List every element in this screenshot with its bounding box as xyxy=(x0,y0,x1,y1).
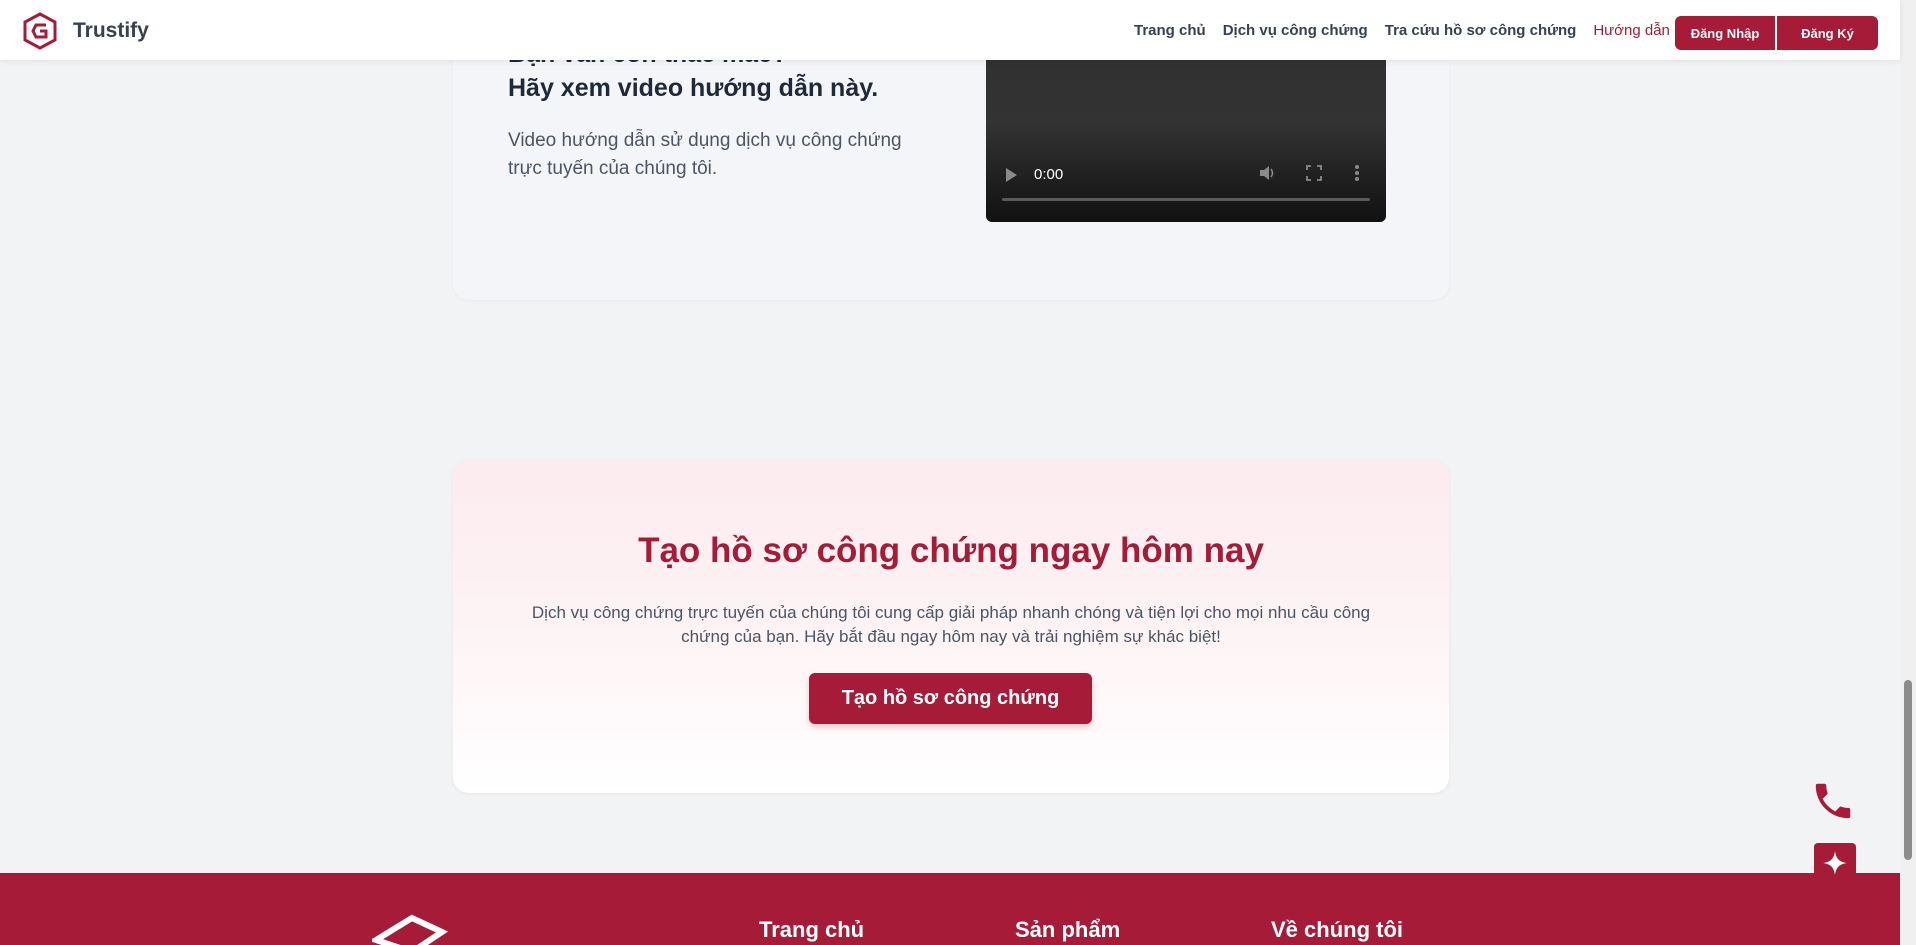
video-heading-line2: Hãy xem video hướng dẫn này. xyxy=(508,74,879,102)
more-vertical-icon[interactable] xyxy=(1354,164,1360,182)
footer-col-home[interactable]: Trang chủ xyxy=(759,917,864,943)
video-current-time: 0:00 xyxy=(1034,166,1064,183)
nav-notary-services[interactable]: Dịch vụ công chứng xyxy=(1223,22,1368,39)
trustify-logo-icon[interactable] xyxy=(22,12,58,50)
brand-name[interactable]: Trustify xyxy=(73,19,149,43)
top-navbar: Trustify Trang chủ Dịch vụ công chứng Tr… xyxy=(0,0,1900,60)
nav-home[interactable]: Trang chủ xyxy=(1134,22,1206,39)
scrollbar-thumb[interactable] xyxy=(1904,680,1912,860)
phone-icon[interactable] xyxy=(1810,778,1856,824)
video-controls: 0:00 xyxy=(986,160,1386,200)
page-scrollbar[interactable] xyxy=(1900,0,1916,945)
volume-icon[interactable] xyxy=(1258,164,1276,182)
cta-title: Tạo hồ sơ công chứng ngay hôm nay xyxy=(638,531,1264,570)
footer-logo-icon xyxy=(372,914,449,945)
login-button[interactable]: Đăng Nhập xyxy=(1675,16,1775,50)
play-icon[interactable] xyxy=(1006,168,1017,182)
register-button[interactable]: Đăng Ký xyxy=(1777,16,1878,50)
ai-assistant-button[interactable] xyxy=(1814,843,1856,883)
footer-col-products[interactable]: Sản phẩm xyxy=(1015,917,1120,943)
video-description: Video hướng dẫn sử dụng dịch vụ công chứ… xyxy=(508,130,902,179)
video-progress-bar[interactable] xyxy=(1002,198,1370,201)
footer: Trang chủ Sản phẩm Về chúng tôi xyxy=(0,873,1900,945)
sparkle-icon xyxy=(1823,851,1847,875)
fullscreen-icon[interactable] xyxy=(1306,165,1322,181)
footer-col-about[interactable]: Về chúng tôi xyxy=(1271,917,1403,943)
nav-lookup-records[interactable]: Tra cứu hồ sơ công chứng xyxy=(1385,22,1577,39)
main-nav: Trang chủ Dịch vụ công chứng Tra cứu hồ … xyxy=(1134,22,1687,39)
nav-guide[interactable]: Hướng dẫn xyxy=(1593,22,1670,39)
create-notary-record-button[interactable]: Tạo hồ sơ công chứng xyxy=(809,673,1092,724)
cta-description: Dịch vụ công chứng trực tuyến của chúng … xyxy=(531,603,1371,646)
